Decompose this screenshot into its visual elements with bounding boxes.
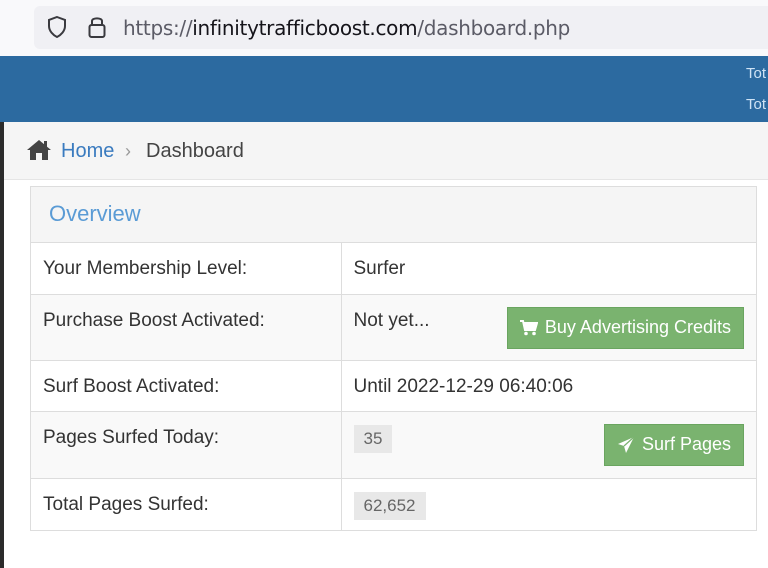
- url-text[interactable]: https://infinitytrafficboost.com/dashboa…: [123, 16, 570, 40]
- surf-pages-button[interactable]: Surf Pages: [603, 423, 744, 466]
- home-icon[interactable]: [26, 138, 52, 162]
- left-edge: [0, 122, 4, 568]
- buy-advertising-credits-button[interactable]: Buy Advertising Credits: [506, 306, 744, 349]
- cart-icon: [519, 319, 538, 335]
- table-row: Surf Boost Activated: Until 2022-12-29 0…: [31, 360, 756, 412]
- membership-level-label: Your Membership Level:: [31, 243, 342, 295]
- purchase-boost-value: Not yet...: [353, 309, 430, 331]
- url-domain: infinitytrafficboost.com: [192, 16, 418, 40]
- lock-icon[interactable]: [88, 15, 106, 39]
- shield-icon[interactable]: [47, 16, 67, 38]
- overview-panel: Overview Your Membership Level: Surfer P…: [30, 186, 757, 531]
- breadcrumb-current: Dashboard: [146, 140, 244, 162]
- site-header: Tot Tot: [0, 56, 768, 122]
- purchase-boost-cell: Not yet... Buy Advertising Credits: [341, 294, 756, 361]
- total-pages-surfed-label: Total Pages Surfed:: [31, 478, 342, 530]
- surf-pages-label: Surf Pages: [641, 434, 731, 454]
- table-row: Your Membership Level: Surfer: [31, 243, 756, 295]
- table-row: Purchase Boost Activated: Not yet... Buy…: [31, 294, 756, 361]
- url-prefix: https://: [123, 16, 193, 40]
- table-row: Pages Surfed Today: 35 Surf Pages: [31, 411, 756, 479]
- panel-title: Overview: [49, 201, 141, 226]
- breadcrumb-home-link[interactable]: Home: [61, 140, 114, 163]
- breadcrumb: Home › Dashboard: [4, 122, 768, 180]
- surf-boost-value: Until 2022-12-29 06:40:06: [341, 360, 756, 412]
- pages-surfed-today-cell: 35 Surf Pages: [341, 411, 756, 479]
- header-stat-1: Tot: [746, 65, 767, 82]
- table-row: Total Pages Surfed: 62,652: [31, 478, 756, 530]
- breadcrumb-separator: ›: [125, 141, 131, 161]
- pages-surfed-today-badge: 35: [353, 424, 393, 453]
- overview-table: Your Membership Level: Surfer Purchase B…: [31, 243, 756, 530]
- membership-level-value: Surfer: [341, 243, 756, 295]
- total-pages-surfed-badge: 62,652: [353, 491, 426, 520]
- paper-plane-icon: [617, 436, 635, 453]
- total-pages-surfed-cell: 62,652: [341, 478, 756, 530]
- pages-surfed-today-label: Pages Surfed Today:: [31, 411, 342, 479]
- browser-toolbar: https://infinitytrafficboost.com/dashboa…: [0, 0, 768, 56]
- url-path: /dashboard.php: [417, 16, 571, 40]
- surf-boost-label: Surf Boost Activated:: [31, 360, 342, 412]
- panel-heading: Overview: [31, 187, 756, 243]
- purchase-boost-label: Purchase Boost Activated:: [31, 294, 342, 361]
- buy-advertising-credits-label: Buy Advertising Credits: [544, 317, 731, 337]
- header-stat-2: Tot: [746, 96, 767, 113]
